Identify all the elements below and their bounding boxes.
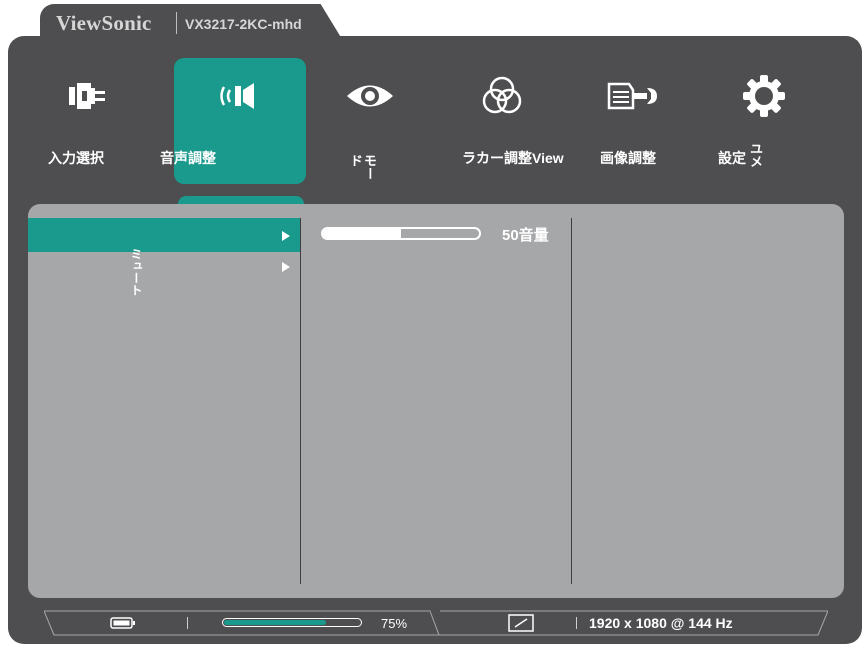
submenu-item-mute[interactable] [28,252,300,286]
submenu-item-volume[interactable] [28,218,300,252]
menu-item-color-adjust[interactable]: ラカー調整View [436,56,568,184]
column-divider [300,218,301,584]
volume-slider[interactable] [321,227,481,240]
volume-slider-fill [323,229,401,238]
menu-label-image-adjust: 画像調整 [600,150,656,166]
menu-label-mode: モード [348,154,377,180]
resolution-readout: 1920 x 1080 @ 144 Hz [589,615,733,631]
brightness-bar-fill [224,620,326,625]
brand-logo: ViewSonic [56,11,152,35]
column-divider [571,218,572,584]
menu-label-audio: 音声調整 [160,150,216,166]
color-circles-icon [436,76,568,116]
brightness-percent: 75% [381,616,408,631]
hand-wrench-icon [564,76,696,116]
menu-item-settings[interactable]: 設定 ユメ [698,56,830,184]
menu-label-input-select: 入力選択 [48,150,104,166]
brand-divider [176,12,177,34]
arrow-right-icon [282,231,290,241]
volume-label: 50音量 [502,227,549,244]
menu-item-audio[interactable]: 音声調整 [160,56,306,184]
osd-frame: 入力選択 音声調整 モード ラカー調整View 画像調整 設定 ユメ ミュート … [8,36,862,644]
content-panel: ミュート 50音量 [28,204,844,598]
model-name: VX3217-2KC-mhd [185,16,302,32]
brightness-bar [222,618,362,627]
submenu-label-mute: ミュート [129,248,143,296]
menu-label-color-adjust: ラカー調整View [462,150,564,166]
eye-icon [304,76,436,116]
status-divider [187,617,188,629]
status-divider [576,617,577,629]
menu-item-input-select[interactable]: 入力選択 [20,56,152,184]
speaker-icon [174,76,306,116]
status-bar: 75% 1920 x 1080 @ 144 Hz [44,610,828,636]
gear-icon [698,75,830,117]
menu-label-settings: 設定 [718,150,746,166]
menu-label-settings-suffix: ユメ [748,142,763,168]
menu-item-image-adjust[interactable]: 画像調整 [564,56,696,184]
arrow-right-icon [282,262,290,272]
menu-item-mode[interactable]: モード [304,56,436,184]
input-plug-icon [20,76,152,116]
